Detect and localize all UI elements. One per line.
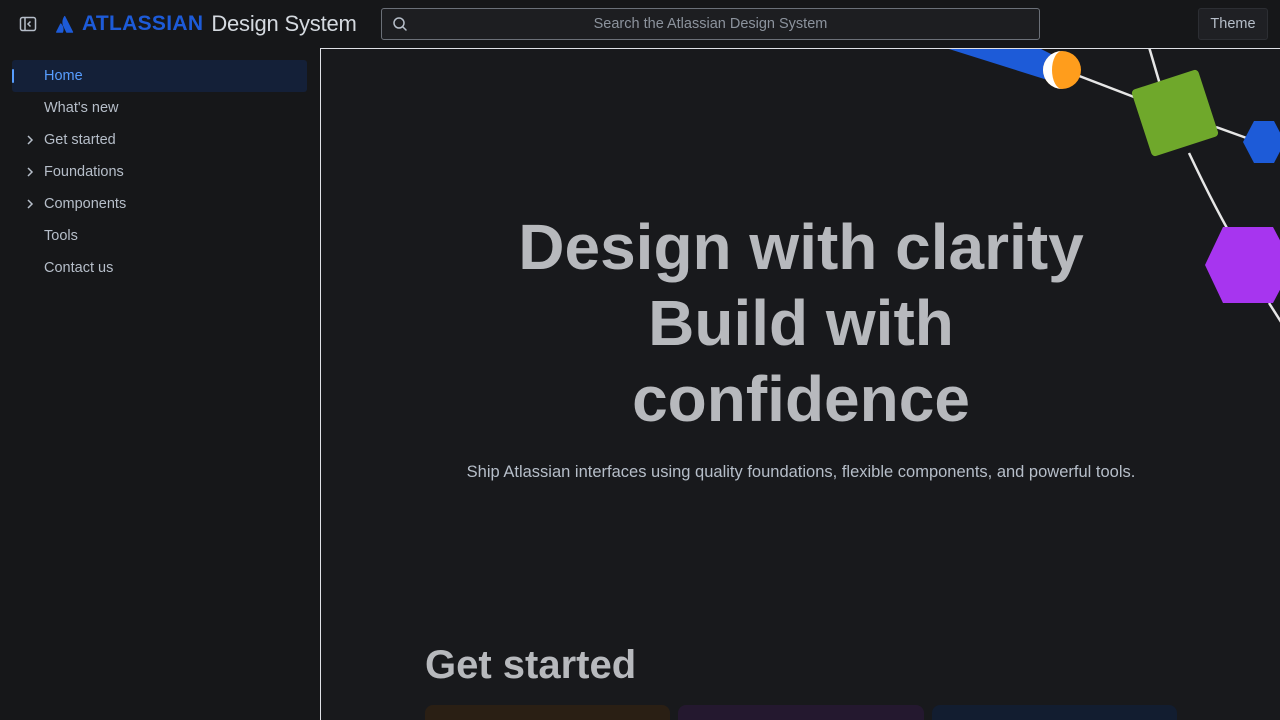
logo-product-text: Design System — [211, 11, 357, 36]
search-input[interactable]: Search the Atlassian Design System — [381, 8, 1040, 40]
get-started-card[interactable] — [932, 705, 1177, 720]
top-navigation: ATLASSIAN Design System Search the Atlas… — [0, 0, 1280, 48]
purple-hexagon-shape — [1205, 227, 1280, 303]
sidebar-item-label: Contact us — [44, 260, 114, 276]
sidebar-item-label: Foundations — [44, 164, 124, 180]
orange-circle-shape — [1043, 51, 1081, 89]
search-placeholder: Search the Atlassian Design System — [593, 16, 828, 32]
sidebar-item-label: Get started — [44, 132, 116, 148]
theme-button[interactable]: Theme — [1198, 8, 1268, 40]
hero-title-line: Design with clarity — [518, 211, 1084, 283]
sidebar-collapse-icon[interactable] — [16, 12, 40, 36]
hero-title-line: Build with — [648, 287, 954, 359]
hero-subtitle: Ship Atlassian interfaces using quality … — [466, 463, 1136, 481]
section-title-get-started: Get started — [425, 643, 637, 687]
sidebar-item-contact-us[interactable]: Contact us — [12, 252, 307, 284]
sidebar-item-tools[interactable]: Tools — [12, 220, 307, 252]
search-icon — [392, 16, 408, 32]
atlassian-logo[interactable]: ATLASSIAN Design System — [56, 10, 357, 38]
sidebar-item-get-started[interactable]: Get started — [12, 124, 307, 156]
sidebar-item-home[interactable]: Home — [12, 60, 307, 92]
main-content: Design with clarity Build with confidenc… — [320, 48, 1280, 720]
chevron-right-icon[interactable] — [22, 196, 38, 212]
get-started-card[interactable] — [678, 705, 924, 720]
sidebar-item-label: Home — [44, 68, 83, 84]
get-started-card[interactable] — [425, 705, 670, 720]
sidebar-item-foundations[interactable]: Foundations — [12, 156, 307, 188]
hero-title-line: confidence — [632, 363, 970, 435]
logo-brand-text: ATLASSIAN — [82, 12, 204, 35]
chevron-right-icon[interactable] — [22, 164, 38, 180]
sidebar: Home What's new Get started Foundations … — [0, 48, 320, 720]
green-square-shape — [1131, 69, 1219, 157]
blue-hexagon-shape — [1243, 121, 1280, 163]
sidebar-item-whats-new[interactable]: What's new — [12, 92, 307, 124]
atlassian-mark-icon — [56, 15, 74, 33]
sidebar-item-label: What's new — [44, 100, 119, 116]
sidebar-item-components[interactable]: Components — [12, 188, 307, 220]
hero-title: Design with clarity Build with confidenc… — [401, 209, 1201, 437]
sidebar-item-label: Tools — [44, 228, 78, 244]
sidebar-item-label: Components — [44, 196, 127, 212]
chevron-right-icon[interactable] — [22, 132, 38, 148]
